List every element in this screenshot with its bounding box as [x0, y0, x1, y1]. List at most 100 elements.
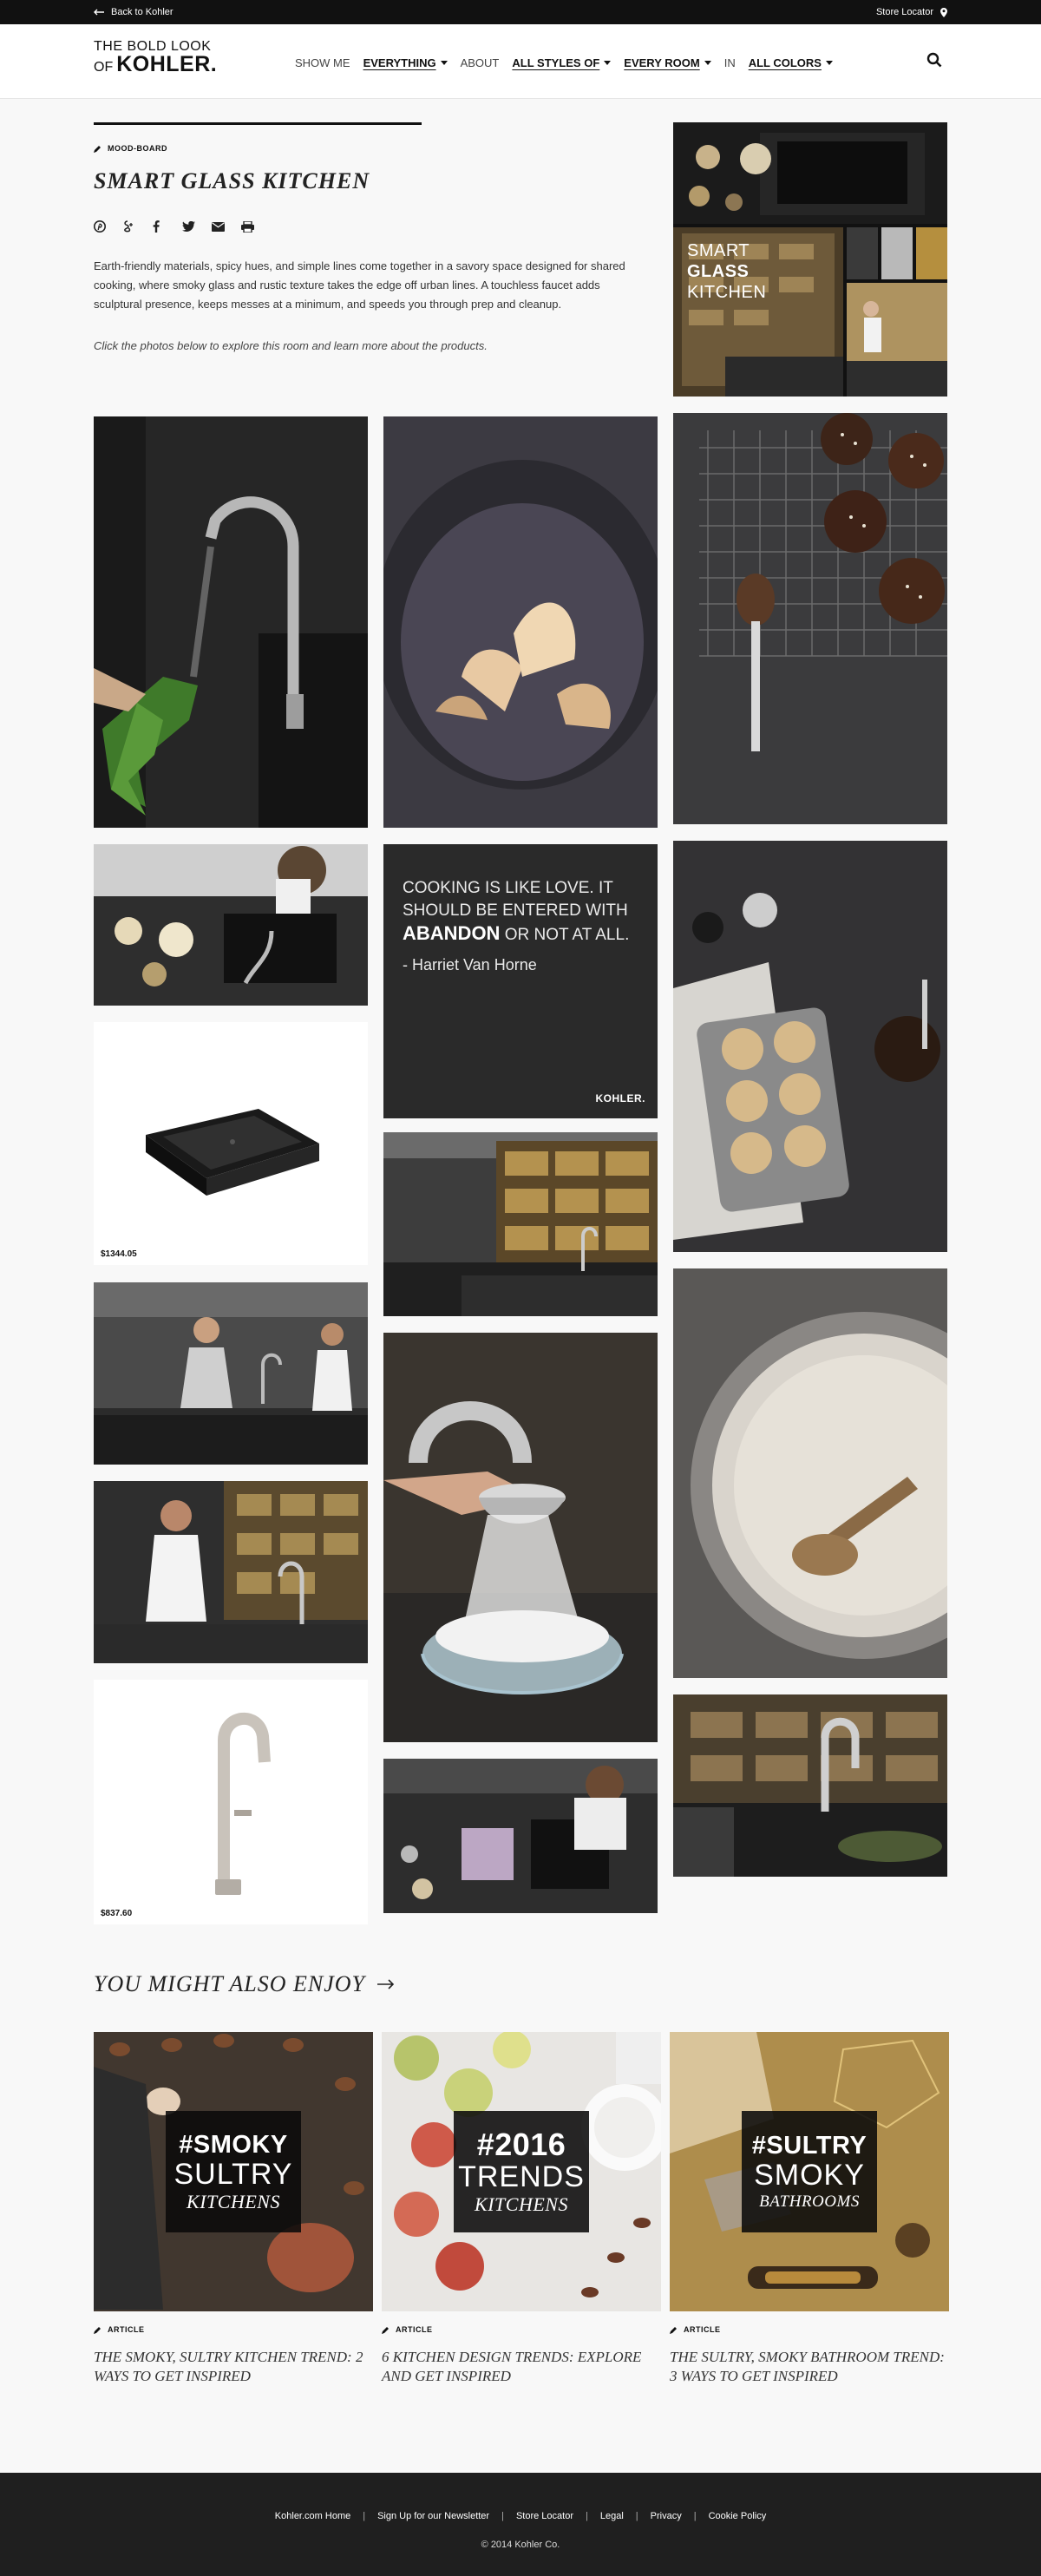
photo-cupcakes[interactable] — [673, 413, 947, 824]
photo-muffins[interactable] — [673, 841, 947, 1252]
card-sub: KITCHENS — [187, 2190, 280, 2212]
print-icon[interactable] — [241, 219, 271, 234]
card-sub: KITCHENS — [475, 2193, 568, 2215]
site-footer: Kohler.com Home | Sign Up for our Newsle… — [0, 2473, 1041, 2576]
faucet-product-image — [215, 1712, 271, 1895]
muffins-image — [673, 841, 947, 1252]
footer-link-home[interactable]: Kohler.com Home — [275, 2511, 350, 2521]
bathrooms-overlay: #SULTRY SMOKY BATHROOMS — [742, 2111, 877, 2232]
article-image-smoky[interactable]: #SMOKY SULTRY KITCHENS — [94, 2032, 373, 2311]
nav-styles-dropdown[interactable]: ALL STYLES OF — [512, 56, 612, 69]
article-card: #SMOKY SULTRY KITCHENS ARTICLE THE SMOKY… — [94, 2032, 373, 2384]
photo-eggshells[interactable] — [383, 416, 658, 828]
caret-down-icon — [604, 60, 612, 65]
pinterest-icon[interactable] — [94, 219, 123, 234]
footer-link-legal[interactable]: Legal — [600, 2511, 624, 2521]
photo-woman-faucet[interactable] — [94, 1481, 368, 1663]
map-pin-icon — [940, 7, 947, 17]
quote-bold: ABANDON — [403, 922, 501, 944]
overhead-sink-image — [94, 844, 368, 1006]
footer-separator: | — [635, 2511, 638, 2521]
cupcakes-image — [673, 413, 947, 824]
trends-overlay: #2016 TRENDS KITCHENS — [454, 2111, 589, 2232]
kohler-logo[interactable]: THE BOLD LOOK OF KOHLER. — [94, 40, 232, 83]
photo-sifting-flour[interactable] — [383, 1333, 658, 1742]
nav-in: IN — [723, 56, 736, 69]
flour-bowl-image — [673, 1268, 947, 1678]
logo-brand: KOHLER. — [116, 52, 218, 76]
article-tag-label: ARTICLE — [108, 2325, 145, 2334]
product-sink-tile[interactable]: $1344.05 — [94, 1022, 368, 1265]
collage-tile[interactable]: SMART GLASS KITCHEN — [673, 122, 947, 397]
card-mid: SMOKY — [754, 2159, 865, 2192]
nav-room-label: EVERY ROOM — [624, 56, 700, 69]
card-mid: TRENDS — [458, 2160, 585, 2193]
article-title[interactable]: THE SMOKY, SULTRY KITCHEN TREND: 2 WAYS … — [94, 2348, 373, 2386]
smoky-overlay: #SMOKY SULTRY KITCHENS — [166, 2111, 301, 2232]
page-title: SMART GLASS KITCHEN — [94, 168, 370, 193]
nav-room-dropdown[interactable]: EVERY ROOM — [624, 56, 711, 69]
card-hash: #2016 — [476, 2127, 566, 2162]
footer-link-privacy[interactable]: Privacy — [651, 2511, 682, 2521]
page-description: Earth-friendly materials, spicy hues, an… — [94, 259, 625, 311]
kitchen-shelves-image — [383, 1132, 658, 1316]
footer-separator: | — [586, 2511, 588, 2521]
article-tag-label: ARTICLE — [684, 2325, 721, 2334]
footer-separator: | — [693, 2511, 697, 2521]
photo-couple-kitchen[interactable] — [94, 1282, 368, 1465]
facebook-icon[interactable] — [153, 219, 182, 234]
copyright: © 2014 Kohler Co. — [481, 2540, 560, 2550]
footer-link-cookie-policy[interactable]: Cookie Policy — [709, 2511, 767, 2521]
photo-flour-bowl[interactable] — [673, 1268, 947, 1678]
article-tag: ARTICLE — [94, 2325, 145, 2334]
back-label: Back to Kohler — [111, 7, 174, 17]
photo-faucet-counter[interactable] — [673, 1694, 947, 1877]
footer-link-store-locator[interactable]: Store Locator — [516, 2511, 573, 2521]
instruction-text: Click the photos below to explore this r… — [94, 339, 488, 352]
mood-board-tag: MOOD-BOARD — [94, 144, 167, 153]
collage-line3: KITCHEN — [687, 283, 767, 302]
also-heading[interactable]: YOU MIGHT ALSO ENJOY — [94, 1971, 395, 1997]
photo-kitchen-shelves[interactable] — [383, 1132, 658, 1316]
email-icon[interactable] — [212, 219, 241, 234]
article-image-bathrooms[interactable]: #SULTRY SMOKY BATHROOMS — [670, 2032, 949, 2311]
mood-board-label: MOOD-BOARD — [108, 144, 167, 153]
article-tag: ARTICLE — [670, 2325, 721, 2334]
pencil-icon — [382, 2326, 389, 2334]
article-image-trends[interactable]: #2016 TRENDS KITCHENS — [382, 2032, 661, 2311]
pencil-icon — [94, 2326, 101, 2334]
photo-woman-washing[interactable] — [383, 1759, 658, 1913]
back-to-kohler-link[interactable]: Back to Kohler — [94, 7, 174, 17]
article-title[interactable]: 6 KITCHEN DESIGN TRENDS: EXPLORE AND GET… — [382, 2348, 661, 2386]
footer-links: Kohler.com Home | Sign Up for our Newsle… — [0, 2511, 1041, 2521]
caret-down-icon — [825, 60, 833, 65]
google-plus-icon[interactable] — [123, 219, 153, 234]
eggshells-image — [383, 416, 658, 828]
search-icon[interactable] — [926, 52, 942, 68]
nav-show-me: SHOW ME — [295, 56, 350, 69]
article-card: #2016 TRENDS KITCHENS ARTICLE 6 KITCHEN … — [382, 2032, 661, 2384]
store-locator-link[interactable]: Store Locator — [876, 7, 947, 17]
article-card: #SULTRY SMOKY BATHROOMS ARTICLE THE SULT… — [670, 2032, 949, 2384]
pencil-icon — [94, 145, 101, 153]
nav-colors-dropdown[interactable]: ALL COLORS — [749, 56, 833, 69]
top-bar: Back to Kohler Store Locator — [0, 0, 1041, 24]
article-tag-label: ARTICLE — [396, 2325, 433, 2334]
caret-down-icon — [704, 60, 711, 65]
nav-everything-dropdown[interactable]: EVERYTHING — [363, 56, 448, 69]
photo-faucet-greens[interactable] — [94, 416, 368, 828]
photo-overhead-sink[interactable] — [94, 844, 368, 1006]
faucet-greens-image — [94, 416, 368, 828]
product-faucet-tile[interactable]: $837.60 — [94, 1680, 368, 1924]
footer-link-newsletter[interactable]: Sign Up for our Newsletter — [377, 2511, 489, 2521]
collage-line2: GLASS — [687, 262, 750, 281]
card-hash: #SULTRY — [751, 2132, 868, 2160]
twitter-icon[interactable] — [182, 219, 212, 234]
card-mid: SULTRY — [174, 2157, 293, 2191]
article-title[interactable]: THE SULTRY, SMOKY BATHROOM TREND: 3 WAYS… — [670, 2348, 949, 2386]
arrow-left-icon — [94, 9, 104, 16]
woman-faucet-image — [94, 1481, 368, 1663]
quote-brand: KOHLER. — [595, 1092, 645, 1104]
caret-down-icon — [440, 60, 448, 65]
share-bar — [94, 219, 271, 234]
